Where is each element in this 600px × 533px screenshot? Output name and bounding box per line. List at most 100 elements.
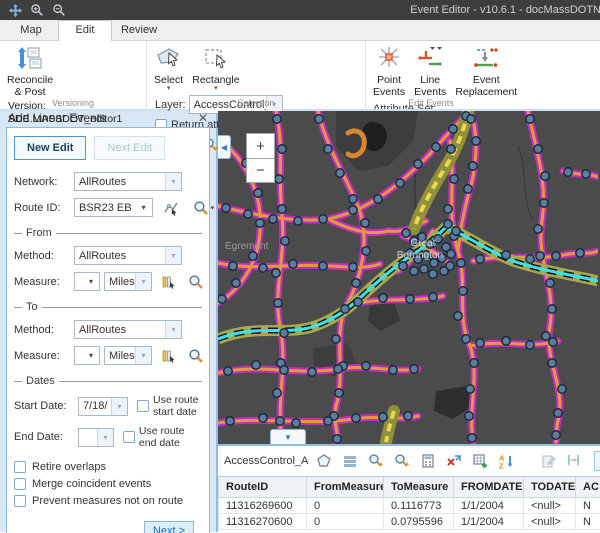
collapse-left-button[interactable]: ◀ xyxy=(218,135,231,159)
pan-icon[interactable] xyxy=(7,2,23,18)
from-measure-label: Measure: xyxy=(14,276,70,288)
table-switch-selection-icon[interactable] xyxy=(472,453,488,469)
map-canvas[interactable]: Egremont GreatBarrington ◀ + − ▼ xyxy=(218,111,600,444)
from-pick-measure-icon[interactable] xyxy=(160,274,176,290)
route-id-combobox[interactable]: BSR23 EB ▾ xyxy=(74,198,153,217)
table-pan-to-selected-icon[interactable] xyxy=(394,453,410,469)
ribbon: Reconcile & Post Version: SDE.MASSDOT_ed… xyxy=(0,41,600,111)
edit-events-caption: Edit Events xyxy=(366,98,496,108)
from-unit-select[interactable]: Miles ▾ xyxy=(104,272,152,291)
from-method-label: Method: xyxy=(14,250,70,262)
table-resize-disabled-icon xyxy=(566,453,582,469)
tab-map[interactable]: Map xyxy=(4,21,58,40)
next-button[interactable]: Next > xyxy=(144,521,194,533)
table-sort-icon[interactable]: AZ xyxy=(498,453,514,469)
from-legend: From xyxy=(14,227,202,239)
table-save-button[interactable]: Save xyxy=(594,451,600,471)
table-clear-selection-icon[interactable] xyxy=(446,453,462,469)
col-access[interactable]: AC xyxy=(576,477,600,498)
table-edit-disabled-icon xyxy=(540,453,556,469)
map-svg: Egremont GreatBarrington xyxy=(218,111,598,444)
rectangle-dropdown-caret: ▾ xyxy=(214,86,218,92)
to-method-select[interactable]: AllRoutes ▾ xyxy=(74,320,182,339)
retire-overlaps-checkbox[interactable] xyxy=(14,461,26,473)
event-replacement-button[interactable]: Event Replacement xyxy=(452,43,520,100)
event-replacement-icon xyxy=(473,45,499,74)
line-events-icon xyxy=(417,45,443,74)
col-routeid[interactable]: RouteID xyxy=(219,477,307,498)
to-measure-label: Measure: xyxy=(14,350,70,362)
add-linear-events-panel: Add Linear Events ✕ New Edit Next Edit N… xyxy=(0,111,218,532)
edit-events-group: Point Events Line Events xyxy=(365,41,600,109)
route-zoom-button[interactable]: ▾ xyxy=(193,200,215,216)
from-method-select[interactable]: AllRoutes ▾ xyxy=(74,246,182,265)
table-zoom-to-selected-icon[interactable] xyxy=(368,453,384,469)
table-select-polygon-icon[interactable] xyxy=(316,453,332,469)
select-tool-button[interactable]: Select ▾ xyxy=(151,43,186,94)
network-select[interactable]: AllRoutes ▾ xyxy=(74,172,182,191)
start-date-field[interactable]: 7/18/ ▾ xyxy=(78,397,128,416)
point-events-icon xyxy=(376,45,402,74)
pick-route-icon[interactable] xyxy=(163,200,179,216)
next-edit-button[interactable]: Next Edit xyxy=(94,136,165,160)
map-zoom-out-button[interactable]: − xyxy=(246,158,275,183)
col-frommeasure[interactable]: FromMeasure xyxy=(307,477,384,498)
map-zoom-control: + − xyxy=(246,133,275,183)
map-zoom-in-button[interactable]: + xyxy=(246,133,275,158)
to-measure-combobox[interactable]: ▾ xyxy=(74,346,100,365)
table-toolbar: AccessControl_A xyxy=(218,446,600,476)
col-todate[interactable]: TODATE xyxy=(524,477,576,498)
use-route-start-date-label: Use route start date xyxy=(153,394,202,418)
col-tomeasure[interactable]: ToMeasure xyxy=(384,477,454,498)
table-calculate-icon[interactable] xyxy=(420,453,436,469)
attribute-table: RouteID FromMeasure ToMeasure FROMDATE T… xyxy=(218,476,600,530)
col-fromdate[interactable]: FROMDATE xyxy=(454,477,524,498)
table-layer-name: AccessControl_A xyxy=(224,455,316,467)
tab-edit[interactable]: Edit xyxy=(58,20,112,41)
network-label: Network: xyxy=(14,176,70,188)
svg-text:Barrington: Barrington xyxy=(397,250,443,261)
point-events-button[interactable]: Point Events xyxy=(370,43,408,100)
from-zoom-icon[interactable] xyxy=(188,274,204,290)
end-date-label: End Date: xyxy=(14,431,74,443)
table-row[interactable]: 11316269600 0 0.1116773 1/1/2004 <null> … xyxy=(219,498,600,514)
zoom-out-icon[interactable] xyxy=(51,2,67,18)
reconcile-post-button[interactable]: Reconcile & Post xyxy=(4,43,56,100)
use-route-end-date-checkbox[interactable] xyxy=(123,431,135,443)
to-legend: To xyxy=(14,301,202,313)
dates-legend: Dates xyxy=(14,375,202,387)
merge-coincident-events-label: Merge coincident events xyxy=(32,478,151,490)
to-zoom-icon[interactable] xyxy=(188,348,204,364)
versioning-group: Reconcile & Post Version: SDE.MASSDOT_ed… xyxy=(0,41,146,109)
prevent-measures-checkbox[interactable] xyxy=(14,495,26,507)
table-header-row: RouteID FromMeasure ToMeasure FROMDATE T… xyxy=(219,477,600,498)
version-value: SDE.MASSDOT_editor1 xyxy=(8,113,122,126)
line-events-button[interactable]: Line Events xyxy=(411,43,449,100)
svg-text:Z: Z xyxy=(499,462,504,470)
from-measure-combobox[interactable]: ▾ xyxy=(74,272,100,291)
rectangle-tool-button[interactable]: Rectangle ▾ xyxy=(189,43,242,94)
svg-text:Great: Great xyxy=(410,238,435,249)
collapse-down-button[interactable]: ▼ xyxy=(270,429,306,444)
start-date-label: Start Date: xyxy=(14,400,74,412)
attribute-table-panel: AccessControl_A xyxy=(218,444,600,532)
zoom-in-icon[interactable] xyxy=(29,2,45,18)
table-row[interactable]: 11316270600 0 0.0795596 1/1/2004 <null> … xyxy=(219,514,600,530)
rectangle-tool-icon xyxy=(203,45,229,74)
svg-text:Egremont: Egremont xyxy=(225,241,269,252)
to-unit-select[interactable]: Miles ▾ xyxy=(104,346,152,365)
versioning-caption: Versioning xyxy=(0,98,146,108)
merge-coincident-events-checkbox[interactable] xyxy=(14,478,26,490)
new-edit-button[interactable]: New Edit xyxy=(14,136,86,160)
selection-caption: Selection xyxy=(147,98,365,108)
retire-overlaps-label: Retire overlaps xyxy=(32,461,106,473)
ribbon-tabs: Map Edit Review xyxy=(0,20,600,41)
route-id-label: Route ID: xyxy=(14,202,70,214)
to-pick-measure-icon[interactable] xyxy=(160,348,176,364)
select-dropdown-caret: ▾ xyxy=(167,86,171,92)
tab-review[interactable]: Review xyxy=(112,21,166,40)
to-method-label: Method: xyxy=(14,324,70,336)
use-route-start-date-checkbox[interactable] xyxy=(137,400,149,412)
table-show-selected-icon[interactable] xyxy=(342,453,358,469)
end-date-field[interactable]: ▾ xyxy=(78,428,114,447)
